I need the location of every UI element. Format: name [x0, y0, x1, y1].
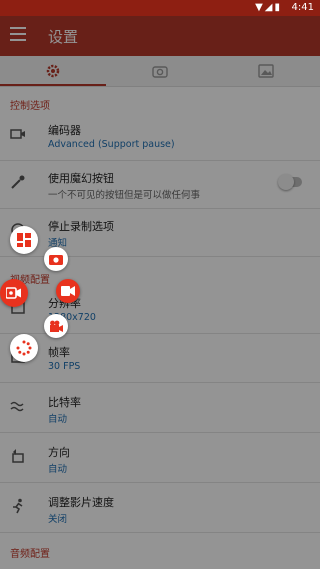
dashboard-icon: [17, 233, 31, 247]
record-button[interactable]: [0, 279, 28, 307]
dashboard-button[interactable]: [10, 226, 38, 254]
wifi-icon: ▼: [255, 2, 265, 13]
battery-icon: ▮: [274, 2, 282, 13]
status-time: 4:41: [291, 2, 314, 13]
stop-record-button[interactable]: [56, 279, 80, 303]
brush-tools-button[interactable]: [10, 334, 38, 362]
dim-overlay[interactable]: [0, 16, 320, 569]
camera-icon: [49, 255, 63, 265]
status-bar: ▼◢▮ 4:41: [0, 0, 320, 16]
stop-record-icon: [61, 286, 75, 296]
record-video-icon: [6, 287, 21, 299]
facecam-button[interactable]: [44, 314, 68, 338]
video-camera-icon: [50, 320, 63, 332]
screenshot-button[interactable]: [44, 247, 68, 271]
status-icons: ▼◢▮: [255, 2, 282, 13]
brush-tools-icon: [16, 340, 32, 356]
